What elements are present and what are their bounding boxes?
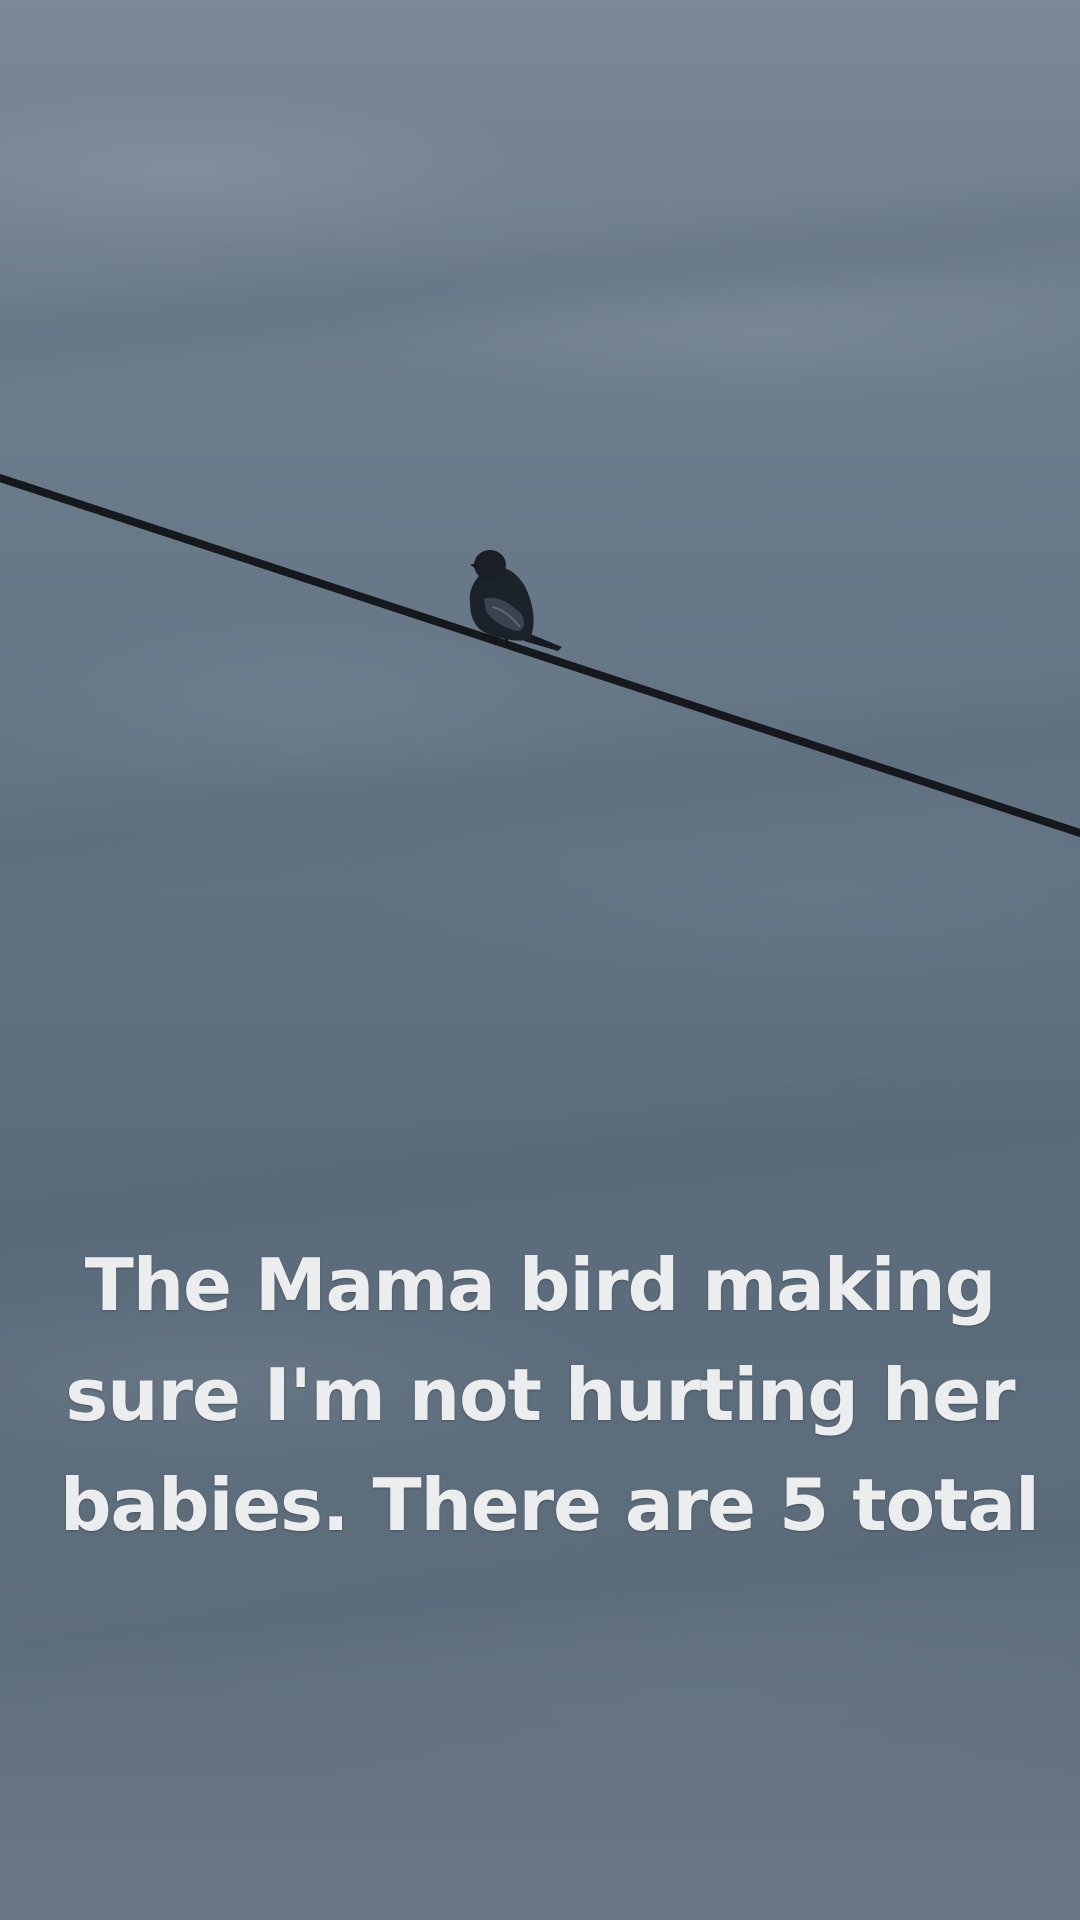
- caption-line: The Mama bird making: [84, 1243, 996, 1327]
- caption-overlay: The Mama bird making sure I'm not hurtin…: [60, 1230, 1040, 1560]
- caption-line: babies. There are 5 total: [60, 1463, 1040, 1547]
- video-frame: The Mama bird making sure I'm not hurtin…: [0, 0, 1080, 1920]
- photo-scene: [0, 474, 1080, 837]
- bird-head: [474, 550, 506, 580]
- caption-line: sure I'm not hurting her: [65, 1353, 1015, 1437]
- bird-beak: [470, 563, 476, 568]
- power-line: [0, 474, 1080, 837]
